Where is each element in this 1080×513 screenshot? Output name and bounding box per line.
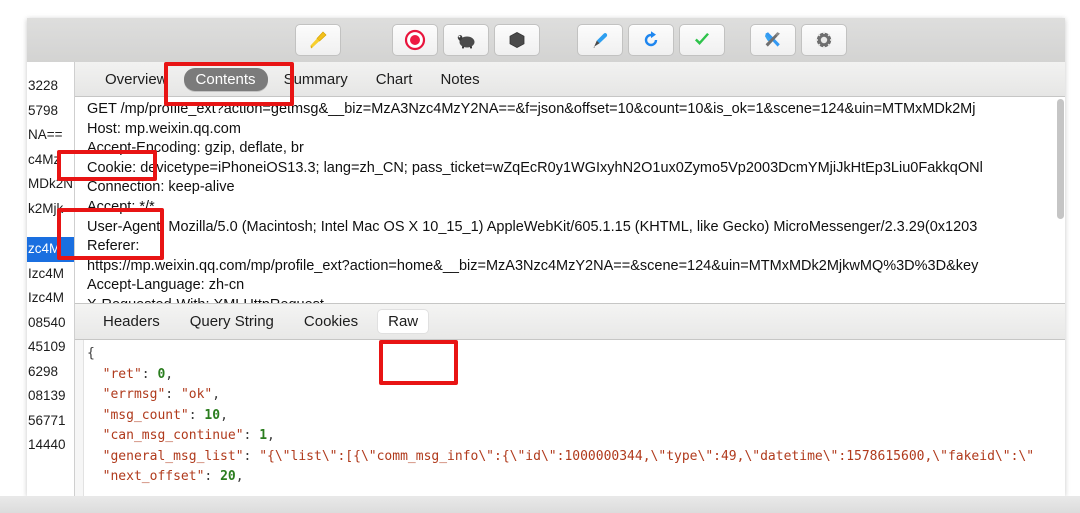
request-scrollbar[interactable] [1057, 99, 1064, 269]
repeat-arrow-icon [640, 29, 662, 51]
header-accept: Accept: */* [87, 198, 155, 215]
tab-chart[interactable]: Chart [364, 68, 425, 91]
json-value-general-msg-list: "{\"list\":[{\"comm_msg_info\":{\"id\":1… [259, 448, 1035, 464]
header-accept-encoding: Accept-Encoding: gzip, deflate, br [87, 140, 304, 157]
pen-icon [589, 29, 611, 51]
tab-raw[interactable]: Raw [378, 310, 429, 333]
list-item[interactable]: c4Mz [27, 148, 74, 173]
validate-button[interactable] [679, 24, 725, 56]
window-bottom-strip [0, 496, 1080, 513]
header-x-requested-with: X-Requested-With: XMLHttpRequest [87, 297, 324, 303]
checkmark-icon [691, 29, 713, 51]
header-referer: Referer: [87, 238, 140, 255]
json-value-msg-count: 10 [204, 407, 221, 423]
json-value-next-offset: 20 [220, 469, 236, 484]
header-cookie: Cookie: devicetype=iPhoneiOS13.3; lang=z… [87, 159, 983, 176]
list-item[interactable]: MDk2N [27, 172, 74, 197]
tab-cookies[interactable]: Cookies [294, 310, 368, 333]
record-button[interactable] [392, 24, 438, 56]
list-item[interactable]: 08139 [27, 384, 74, 409]
list-item[interactable]: 45109 [27, 335, 74, 360]
json-key-next-offset: "next_offset" [102, 469, 205, 484]
list-item[interactable]: Izc4M [27, 262, 74, 287]
compose-button[interactable] [577, 24, 623, 56]
json-key-errmsg: "errmsg" [102, 387, 166, 402]
session-list-pane[interactable]: 3228 5798 NA== c4Mz MDk2N k2Mjk zc4M Izc… [27, 62, 75, 496]
request-headers-text: GET /mp/profile_ext?action=getmsg&__biz=… [87, 100, 1065, 303]
tools-icon [762, 29, 784, 51]
request-headers-area[interactable]: GET /mp/profile_ext?action=getmsg&__biz=… [75, 97, 1065, 304]
header-user-agent: User-Agent: Mozilla/5.0 (Macintosh; Inte… [87, 218, 978, 235]
header-accept-language: Accept-Language: zh-cn [87, 277, 245, 294]
tab-notes[interactable]: Notes [428, 68, 491, 91]
detail-pane: Overview Contents Summary Chart Notes GE… [75, 62, 1065, 496]
response-json-text: { "ret": 0, "errmsg": "ok", "msg_count":… [87, 346, 1035, 484]
turtle-icon [454, 30, 478, 50]
broom-icon [307, 29, 329, 51]
tab-overview[interactable]: Overview [93, 68, 180, 91]
detail-tab-bar: Overview Contents Summary Chart Notes [75, 62, 1065, 97]
tab-summary[interactable]: Summary [272, 68, 360, 91]
request-line: GET /mp/profile_ext?action=getmsg&__biz=… [87, 101, 976, 117]
tab-contents[interactable]: Contents [183, 67, 268, 91]
tools-button[interactable] [750, 24, 796, 56]
main-toolbar [27, 18, 1065, 63]
list-item[interactable]: NA== [27, 123, 74, 148]
list-item[interactable]: 5798 [27, 99, 74, 124]
header-connection: Connection: keep-alive [87, 179, 235, 196]
tab-query-string[interactable]: Query String [180, 310, 284, 333]
hexagon-icon [506, 29, 528, 51]
header-host: Host: mp.weixin.qq.com [87, 120, 241, 137]
json-key-general-msg-list: "general_msg_list" [102, 448, 244, 464]
list-item[interactable]: 56771 [27, 409, 74, 434]
list-item[interactable]: k2Mjk [27, 197, 74, 222]
gear-icon [813, 29, 835, 51]
response-body-area[interactable]: { "ret": 0, "errmsg": "ok", "msg_count":… [75, 340, 1065, 496]
list-item-selected[interactable]: zc4M [27, 237, 74, 262]
list-item[interactable]: 14440 [27, 433, 74, 458]
body-tab-bar: Headers Query String Cookies Raw [75, 304, 1065, 340]
breakpoints-button[interactable] [494, 24, 540, 56]
list-item[interactable]: 3228 [27, 74, 74, 99]
screenshot-root: 3228 5798 NA== c4Mz MDk2N k2Mjk zc4M Izc… [0, 0, 1080, 513]
json-open-brace: { [87, 346, 95, 361]
list-item[interactable]: Izc4M [27, 286, 74, 311]
body-gutter [75, 340, 84, 496]
list-item[interactable]: 08540 [27, 311, 74, 336]
json-key-msg-count: "msg_count" [102, 407, 189, 423]
json-key-ret: "ret" [102, 366, 142, 382]
charles-proxy-window: 3228 5798 NA== c4Mz MDk2N k2Mjk zc4M Izc… [27, 18, 1065, 496]
json-value-can-msg-continue: 1 [259, 428, 268, 443]
clear-broom-button[interactable] [295, 24, 341, 56]
session-list: 3228 5798 NA== c4Mz MDk2N k2Mjk zc4M Izc… [27, 62, 74, 458]
record-circle-icon [404, 29, 426, 51]
json-value-errmsg: "ok" [180, 387, 213, 402]
header-referer-value: https://mp.weixin.qq.com/mp/profile_ext?… [87, 257, 979, 274]
repeat-button[interactable] [628, 24, 674, 56]
throttle-button[interactable] [443, 24, 489, 56]
list-item[interactable]: 6298 [27, 360, 74, 385]
tab-headers[interactable]: Headers [93, 310, 170, 333]
settings-button[interactable] [801, 24, 847, 56]
json-key-can-msg-continue: "can_msg_continue" [102, 428, 244, 443]
